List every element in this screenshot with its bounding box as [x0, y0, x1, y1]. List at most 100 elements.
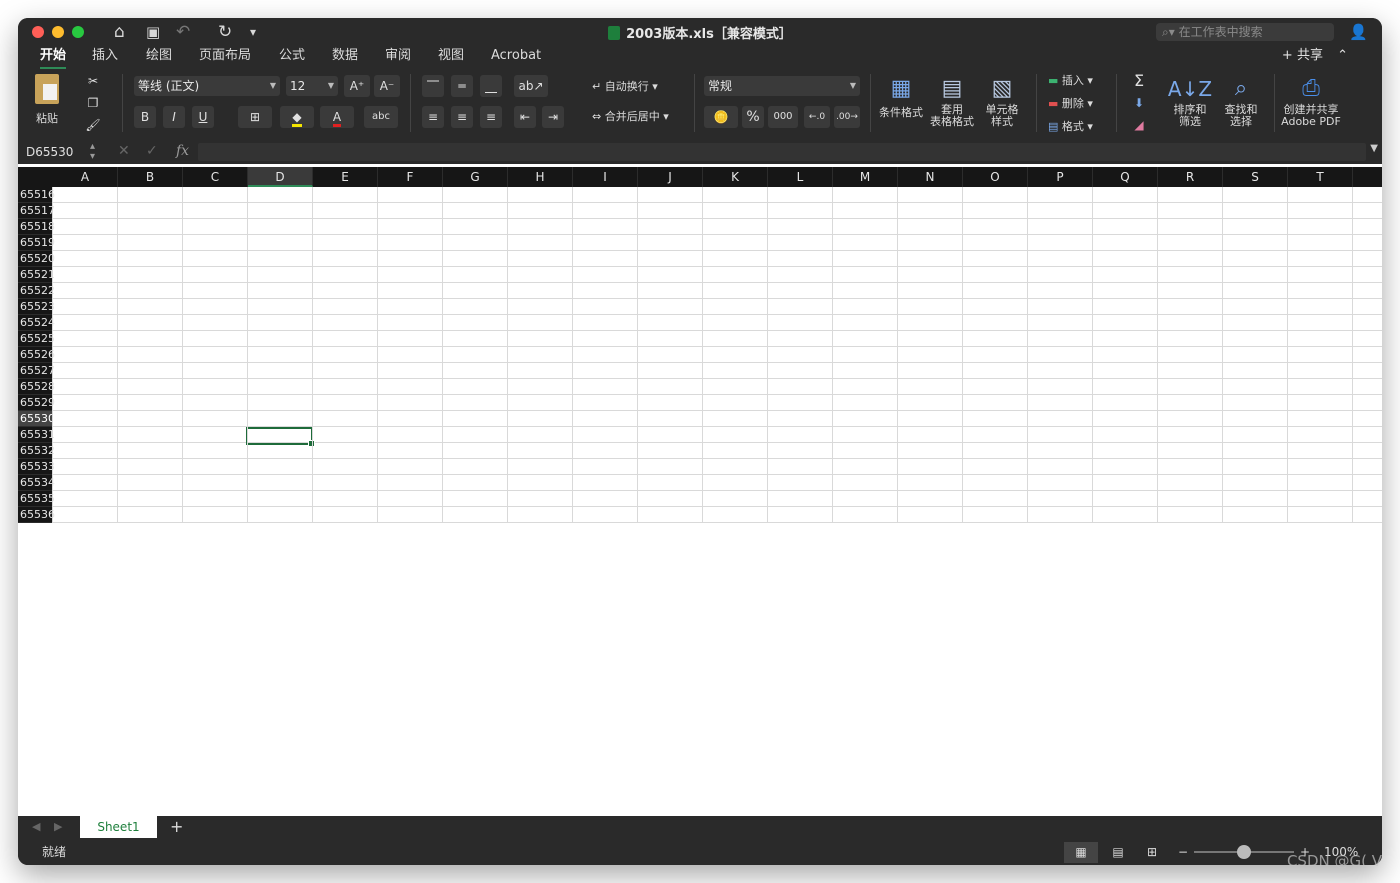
- increase-decimal-icon[interactable]: ←.0: [804, 106, 830, 128]
- autosum-icon[interactable]: Σ: [1128, 70, 1150, 92]
- collapse-ribbon-icon[interactable]: ⌃: [1337, 48, 1348, 63]
- page-layout-view-icon[interactable]: ▤: [1106, 842, 1130, 863]
- row-header[interactable]: 65524: [18, 315, 55, 331]
- column-header[interactable]: L: [768, 167, 833, 187]
- column-header[interactable]: J: [638, 167, 703, 187]
- expand-formula-icon[interactable]: ▼: [1370, 143, 1378, 154]
- table-row[interactable]: 65516: [18, 187, 1382, 203]
- table-row[interactable]: 65518: [18, 219, 1382, 235]
- paste-button[interactable]: 粘贴: [30, 74, 64, 126]
- table-row[interactable]: 65535: [18, 491, 1382, 507]
- font-color-icon[interactable]: A: [320, 106, 354, 128]
- row-header[interactable]: 65533: [18, 459, 55, 475]
- format-cells-button[interactable]: ▤ 格式 ▾: [1048, 118, 1093, 134]
- comma-style-button[interactable]: 000: [768, 106, 798, 128]
- find-select-button[interactable]: ⌕ 查找和 选择: [1218, 74, 1264, 128]
- share-button[interactable]: + 共享 ⌃: [1282, 46, 1348, 66]
- row-header[interactable]: 65522: [18, 283, 55, 299]
- next-sheet-icon[interactable]: ▶: [54, 820, 62, 833]
- column-header[interactable]: B: [118, 167, 183, 187]
- table-row[interactable]: 65524: [18, 315, 1382, 331]
- column-header[interactable]: E: [313, 167, 378, 187]
- name-box-stepper-icon[interactable]: ▴ ▾: [90, 142, 95, 162]
- active-cell[interactable]: [246, 427, 315, 447]
- function-icon[interactable]: fx: [176, 143, 189, 159]
- column-header[interactable]: I: [573, 167, 638, 187]
- format-as-table-button[interactable]: ▤ 套用 表格格式: [928, 74, 976, 128]
- zoom-out-icon[interactable]: −: [1178, 840, 1188, 865]
- column-header[interactable]: R: [1158, 167, 1223, 187]
- column-header[interactable]: C: [183, 167, 248, 187]
- column-header[interactable]: F: [378, 167, 443, 187]
- zoom-slider-thumb[interactable]: [1237, 845, 1251, 859]
- row-header[interactable]: 65534: [18, 475, 55, 491]
- currency-icon[interactable]: 🪙: [704, 106, 738, 128]
- tab-draw[interactable]: 绘图: [146, 46, 172, 68]
- align-center-icon[interactable]: ≡: [451, 106, 473, 128]
- row-header[interactable]: 65535: [18, 491, 55, 507]
- font-name-dropdown[interactable]: 等线 (正文) ▼: [134, 76, 280, 96]
- align-top-icon[interactable]: ⎺: [422, 75, 444, 97]
- align-bottom-icon[interactable]: ⎽: [480, 75, 502, 97]
- table-row[interactable]: 65536: [18, 507, 1382, 523]
- table-row[interactable]: 65530: [18, 411, 1382, 427]
- row-header[interactable]: 65529: [18, 395, 55, 411]
- add-sheet-icon[interactable]: +: [170, 817, 183, 836]
- formula-input[interactable]: [198, 143, 1366, 161]
- adobe-pdf-button[interactable]: ⎙ 创建并共享 Adobe PDF: [1280, 74, 1342, 128]
- borders-icon[interactable]: ⊞: [238, 106, 272, 128]
- column-header[interactable]: P: [1028, 167, 1093, 187]
- align-right-icon[interactable]: ≡: [480, 106, 502, 128]
- table-row[interactable]: 65528: [18, 379, 1382, 395]
- copy-icon[interactable]: ❐: [82, 92, 104, 114]
- select-all-corner[interactable]: [18, 167, 53, 187]
- bold-button[interactable]: B: [134, 106, 156, 128]
- column-header[interactable]: D: [248, 167, 313, 187]
- column-header[interactable]: A: [53, 167, 118, 187]
- tab-home[interactable]: 开始: [40, 46, 67, 69]
- row-header[interactable]: 65526: [18, 347, 55, 363]
- italic-button[interactable]: I: [163, 106, 185, 128]
- row-header[interactable]: 65516: [18, 187, 55, 203]
- row-header[interactable]: 65519: [18, 235, 55, 251]
- column-header[interactable]: G: [443, 167, 508, 187]
- normal-view-icon[interactable]: ▦: [1064, 842, 1098, 863]
- column-header[interactable]: N: [898, 167, 963, 187]
- wrap-text-button[interactable]: ↵ 自动换行 ▾: [592, 78, 658, 94]
- row-header[interactable]: 65536: [18, 507, 55, 523]
- fill-icon[interactable]: ⬇: [1128, 92, 1150, 114]
- row-header[interactable]: 65517: [18, 203, 55, 219]
- increase-font-size-icon[interactable]: A⁺: [344, 75, 370, 97]
- page-break-view-icon[interactable]: ⊞: [1140, 842, 1164, 863]
- table-row[interactable]: 65521: [18, 267, 1382, 283]
- row-header[interactable]: 65530: [18, 411, 55, 427]
- align-middle-icon[interactable]: ═: [451, 75, 473, 97]
- table-row[interactable]: 65532: [18, 443, 1382, 459]
- row-header[interactable]: 65531: [18, 427, 55, 443]
- prev-sheet-icon[interactable]: ◀: [32, 820, 40, 833]
- sheet-tab-sheet1[interactable]: Sheet1: [80, 816, 157, 838]
- fill-color-icon[interactable]: ◆: [280, 106, 314, 128]
- insert-cells-button[interactable]: ▬ 插入 ▾: [1048, 72, 1093, 88]
- merge-center-button[interactable]: ⇔ 合并后居中 ▾: [592, 108, 669, 124]
- table-row[interactable]: 65525: [18, 331, 1382, 347]
- row-header[interactable]: 65527: [18, 363, 55, 379]
- column-header[interactable]: K: [703, 167, 768, 187]
- cell-styles-button[interactable]: ▧ 单元格 样式: [980, 74, 1024, 128]
- row-header[interactable]: 65532: [18, 443, 55, 459]
- table-row[interactable]: 65527: [18, 363, 1382, 379]
- font-size-dropdown[interactable]: 12 ▼: [286, 76, 338, 96]
- row-header[interactable]: 65525: [18, 331, 55, 347]
- tab-view[interactable]: 视图: [438, 46, 464, 68]
- column-header[interactable]: T: [1288, 167, 1353, 187]
- clear-icon[interactable]: ◢: [1128, 114, 1150, 136]
- search-input[interactable]: ⌕▾ 在工作表中搜索: [1156, 23, 1334, 41]
- table-row[interactable]: 65520: [18, 251, 1382, 267]
- tab-review[interactable]: 审阅: [385, 46, 411, 68]
- format-painter-icon[interactable]: 🖌: [82, 114, 104, 136]
- underline-button[interactable]: U: [192, 106, 214, 128]
- column-header[interactable]: S: [1223, 167, 1288, 187]
- table-row[interactable]: 65529: [18, 395, 1382, 411]
- delete-cells-button[interactable]: ▬ 删除 ▾: [1048, 95, 1093, 111]
- column-header[interactable]: M: [833, 167, 898, 187]
